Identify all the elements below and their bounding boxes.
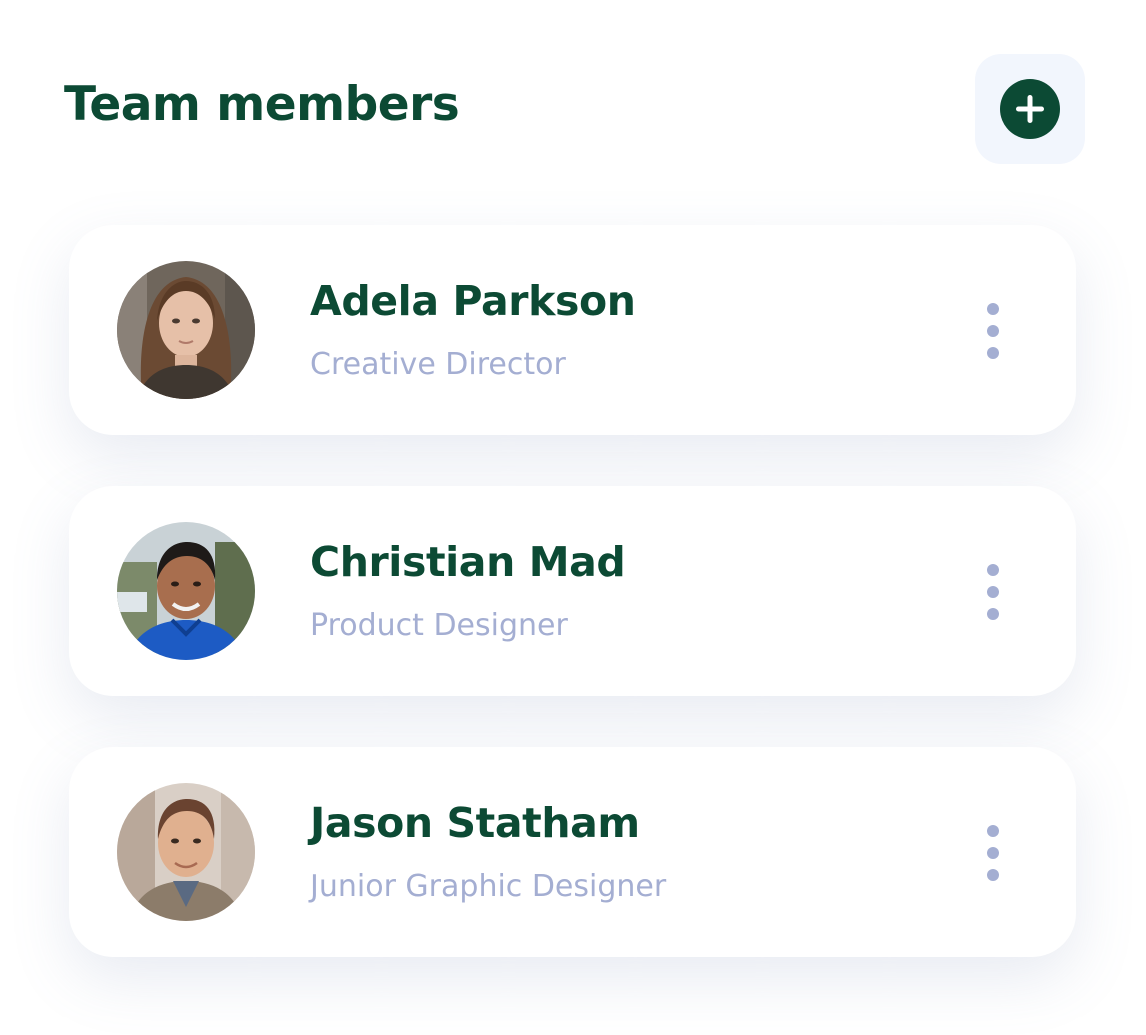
plus-circle-icon [1000,79,1060,139]
more-vertical-icon [987,825,999,837]
member-card: Christian Mad Product Designer [69,486,1076,696]
avatar [117,261,255,399]
avatar [117,522,255,660]
page-title: Team members [64,77,460,132]
more-options-button[interactable] [973,821,1013,885]
member-role: Product Designer [310,608,568,643]
team-members-panel: Team members Adela Parkson Creative Dire… [0,0,1146,1035]
member-card: Adela Parkson Creative Director [69,225,1076,435]
member-card: Jason Statham Junior Graphic Designer [69,747,1076,957]
avatar [117,783,255,921]
member-role: Creative Director [310,347,566,382]
more-vertical-icon [987,564,999,576]
member-name: Christian Mad [310,538,626,586]
member-name: Jason Statham [310,799,640,847]
member-role: Junior Graphic Designer [310,869,667,904]
more-vertical-icon [987,303,999,315]
member-name: Adela Parkson [310,277,636,325]
more-options-button[interactable] [973,299,1013,363]
add-member-button[interactable] [975,54,1085,164]
more-options-button[interactable] [973,560,1013,624]
